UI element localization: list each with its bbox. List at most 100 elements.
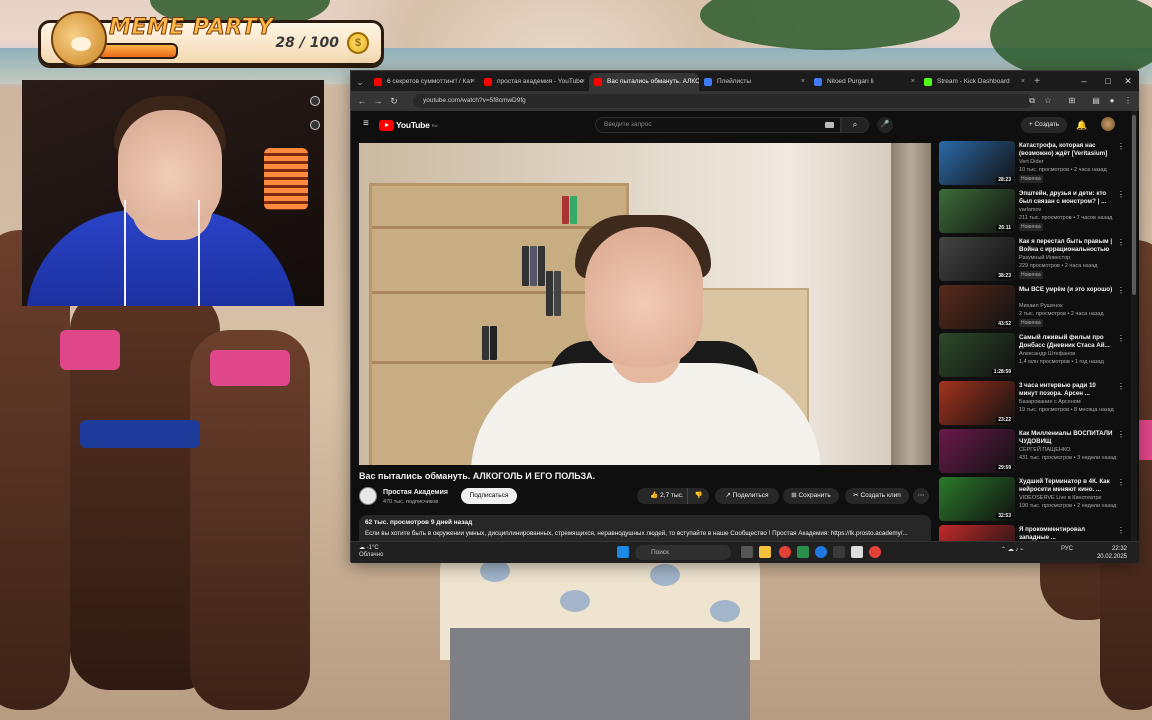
meme-counter: 28 / 100 (275, 35, 339, 51)
app-icon[interactable] (851, 546, 863, 558)
swimwear (80, 420, 200, 448)
browser-tab[interactable]: Stream - Kick Dashboard × (919, 73, 1029, 91)
browser-tab[interactable]: простая академия - YouTube × (479, 73, 589, 91)
recommended-stats: 1,4 млн просмотров • 1 год назад (1019, 359, 1104, 365)
search-button[interactable]: ⌕ (841, 117, 869, 133)
sidebar-icon[interactable]: ▤ (1089, 91, 1103, 111)
app-icon[interactable] (797, 546, 809, 558)
more-options-icon[interactable]: ⋮ (1117, 382, 1125, 391)
clip-button[interactable]: ✂ Создать клип (845, 488, 909, 504)
cast-icon[interactable]: ⧉ (1025, 91, 1039, 111)
search-icon: ⌕ (852, 120, 858, 129)
browser-tab[interactable]: Плейлисты × (699, 73, 809, 91)
video-thumbnail[interactable]: 1:28:59 (939, 333, 1015, 377)
recommended-video[interactable]: 26:11 Эпштейн, друзья и дети: кто был свя… (939, 189, 1125, 237)
tab-search-icon[interactable]: ⌄ (351, 73, 369, 91)
description-box[interactable]: 62 тыс. просмотров 9 дней назад Если вы … (359, 515, 931, 541)
keyboard-icon[interactable] (825, 122, 834, 128)
video-thumbnail[interactable]: 29:59 (939, 429, 1015, 473)
reload-icon[interactable]: ↻ (387, 91, 401, 111)
tab-close-icon[interactable]: × (691, 73, 695, 91)
minimize-icon[interactable]: – (1073, 71, 1095, 91)
save-button[interactable]: ⊞ Сохранить (783, 488, 839, 504)
video-player[interactable] (359, 143, 931, 465)
recommended-video[interactable]: 29:59 Как Миллениалы ВОСПИТАЛИ ЧУДОВИЩ СЕР… (939, 429, 1125, 477)
profile-icon[interactable]: ● (1105, 91, 1119, 111)
forward-icon[interactable]: → (371, 91, 385, 111)
create-label: Создать (1034, 121, 1060, 128)
clock[interactable]: 22:32 20.02.2025 (1097, 545, 1127, 561)
search-input[interactable]: Введите запрос (595, 117, 841, 133)
more-options-icon[interactable]: ⋮ (1117, 334, 1125, 343)
obs-icon[interactable] (869, 546, 881, 558)
channel-name[interactable]: Простая Академия (383, 489, 448, 496)
back-icon[interactable]: ← (355, 91, 369, 111)
browser-tab[interactable]: Вас пытались обмануть. АЛКО × (589, 73, 699, 91)
tab-label: Плейлисты (717, 78, 752, 85)
recommended-video[interactable]: 1:28:59 Самый лживый фильм про Донбасс (Д… (939, 333, 1125, 381)
recommended-video[interactable]: 23:22 3 часа интервью ради 10 минут позор… (939, 381, 1125, 429)
more-options-icon[interactable]: ⋮ (1117, 190, 1125, 199)
browser-tab[interactable]: Nitoed Purgarı li × (809, 73, 919, 91)
maximize-icon[interactable]: □ (1097, 71, 1119, 91)
recommended-video[interactable]: 38:23 Как я перестал быть правым | Война … (939, 237, 1125, 285)
tab-label: Вас пытались обмануть. АЛКО (607, 78, 699, 85)
recommended-video[interactable]: 28:23 Катастрофа, которая нас (возможно) … (939, 141, 1125, 189)
more-options-icon[interactable]: ⋮ (1117, 142, 1125, 151)
video-thumbnail[interactable]: 26:11 (939, 189, 1015, 233)
video-thumbnail[interactable]: 43:52 (939, 285, 1015, 329)
more-actions-icon[interactable]: ⋯ (913, 488, 929, 504)
voice-search-icon[interactable]: 🎤 (877, 117, 893, 133)
youtube-logo[interactable]: YouTube RU (379, 119, 437, 131)
more-options-icon[interactable]: ⋮ (1117, 238, 1125, 247)
page-scrollbar[interactable] (1131, 111, 1137, 541)
dislike-button[interactable]: 👎 (687, 488, 709, 504)
more-options-icon[interactable]: ⋮ (1117, 286, 1125, 295)
video-thumbnail[interactable] (939, 525, 1015, 541)
recommended-video[interactable]: 43:52 Мы ВСЕ умрём (и это хорошо) Михаил Р… (939, 285, 1125, 333)
tray-icons[interactable]: ⌃ ☁ ♪ ⌁ (1001, 546, 1024, 553)
tab-close-icon[interactable]: × (1021, 73, 1025, 91)
video-thumbnail[interactable]: 23:22 (939, 381, 1015, 425)
bookmark-star-icon[interactable]: ☆ (1041, 91, 1055, 111)
share-label: Поделиться (732, 492, 769, 499)
new-tab-button[interactable]: + (1029, 73, 1045, 91)
url-field[interactable]: youtube.com/watch?v=5f8cmwD9fg (413, 94, 1033, 108)
recommended-video[interactable]: 32:53 Худший Терминатор в 4К. Как нейросе… (939, 477, 1125, 525)
hamburger-menu-icon[interactable]: ≡ (363, 119, 373, 129)
recommended-video[interactable]: Я прокомментировал западные ... ⋮ (939, 525, 1125, 541)
tab-close-icon[interactable]: × (801, 73, 805, 91)
notifications-bell-icon[interactable]: 🔔 (1075, 117, 1089, 133)
more-options-icon[interactable]: ⋮ (1117, 526, 1125, 535)
share-button[interactable]: ↗ Поделиться (715, 488, 779, 504)
video-thumbnail[interactable]: 38:23 (939, 237, 1015, 281)
app-icon[interactable] (833, 546, 845, 558)
file-explorer-icon[interactable] (759, 546, 771, 558)
more-options-icon[interactable]: ⋮ (1117, 430, 1125, 439)
subscribe-button[interactable]: Подписаться (461, 488, 517, 504)
browser-tab[interactable]: 6 секретов суммоттинг! / Кат × (369, 73, 479, 91)
chrome-icon[interactable] (779, 546, 791, 558)
task-view-icon[interactable] (741, 546, 753, 558)
tab-close-icon[interactable]: × (911, 73, 915, 91)
channel-avatar[interactable] (359, 487, 377, 505)
presenter-face (585, 227, 703, 367)
more-menu-icon[interactable]: ⋮ (1121, 91, 1135, 111)
tab-close-icon[interactable]: × (471, 73, 475, 91)
more-options-icon[interactable]: ⋮ (1117, 478, 1125, 487)
language-indicator[interactable]: РУС (1061, 546, 1073, 552)
video-thumbnail[interactable]: 28:23 (939, 141, 1015, 185)
weather-widget[interactable]: ☁ -1°C Облачно (359, 545, 383, 559)
extensions-icon[interactable]: ⊞ (1065, 91, 1079, 111)
tab-close-icon[interactable]: × (581, 73, 585, 91)
taskbar-search[interactable]: Поиск (635, 545, 731, 560)
logo-region: RU (431, 122, 438, 128)
scrollbar-thumb[interactable] (1132, 115, 1136, 295)
create-button[interactable]: + Создать (1021, 117, 1067, 133)
start-icon[interactable] (617, 546, 629, 558)
streamer-face (118, 110, 222, 230)
edge-icon[interactable] (815, 546, 827, 558)
close-icon[interactable]: ✕ (1117, 71, 1139, 91)
account-avatar[interactable] (1101, 117, 1115, 131)
video-thumbnail[interactable]: 32:53 (939, 477, 1015, 521)
